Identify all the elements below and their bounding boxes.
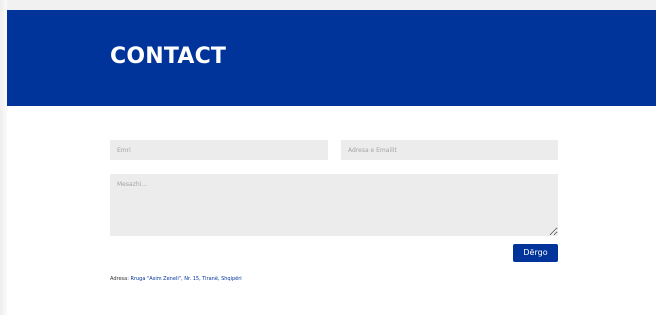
hero-banner: CONTACT (7, 10, 656, 106)
name-input[interactable] (110, 140, 328, 160)
message-textarea[interactable] (110, 174, 558, 236)
contact-page: CONTACT Dërgo Adresa: Rruga "Asim Zeneli… (0, 0, 656, 315)
top-strip (7, 0, 656, 10)
address-link[interactable]: Rruga "Asim Zeneli", Nr. 15, Tiranë, Shq… (130, 276, 241, 282)
address-label: Adresa: (110, 276, 129, 282)
page-title: CONTACT (110, 44, 227, 69)
send-button[interactable]: Dërgo (513, 244, 558, 262)
left-edge-shadow (0, 0, 7, 315)
address-line: Adresa: Rruga "Asim Zeneli", Nr. 15, Tir… (110, 275, 242, 283)
email-input[interactable] (341, 140, 558, 160)
